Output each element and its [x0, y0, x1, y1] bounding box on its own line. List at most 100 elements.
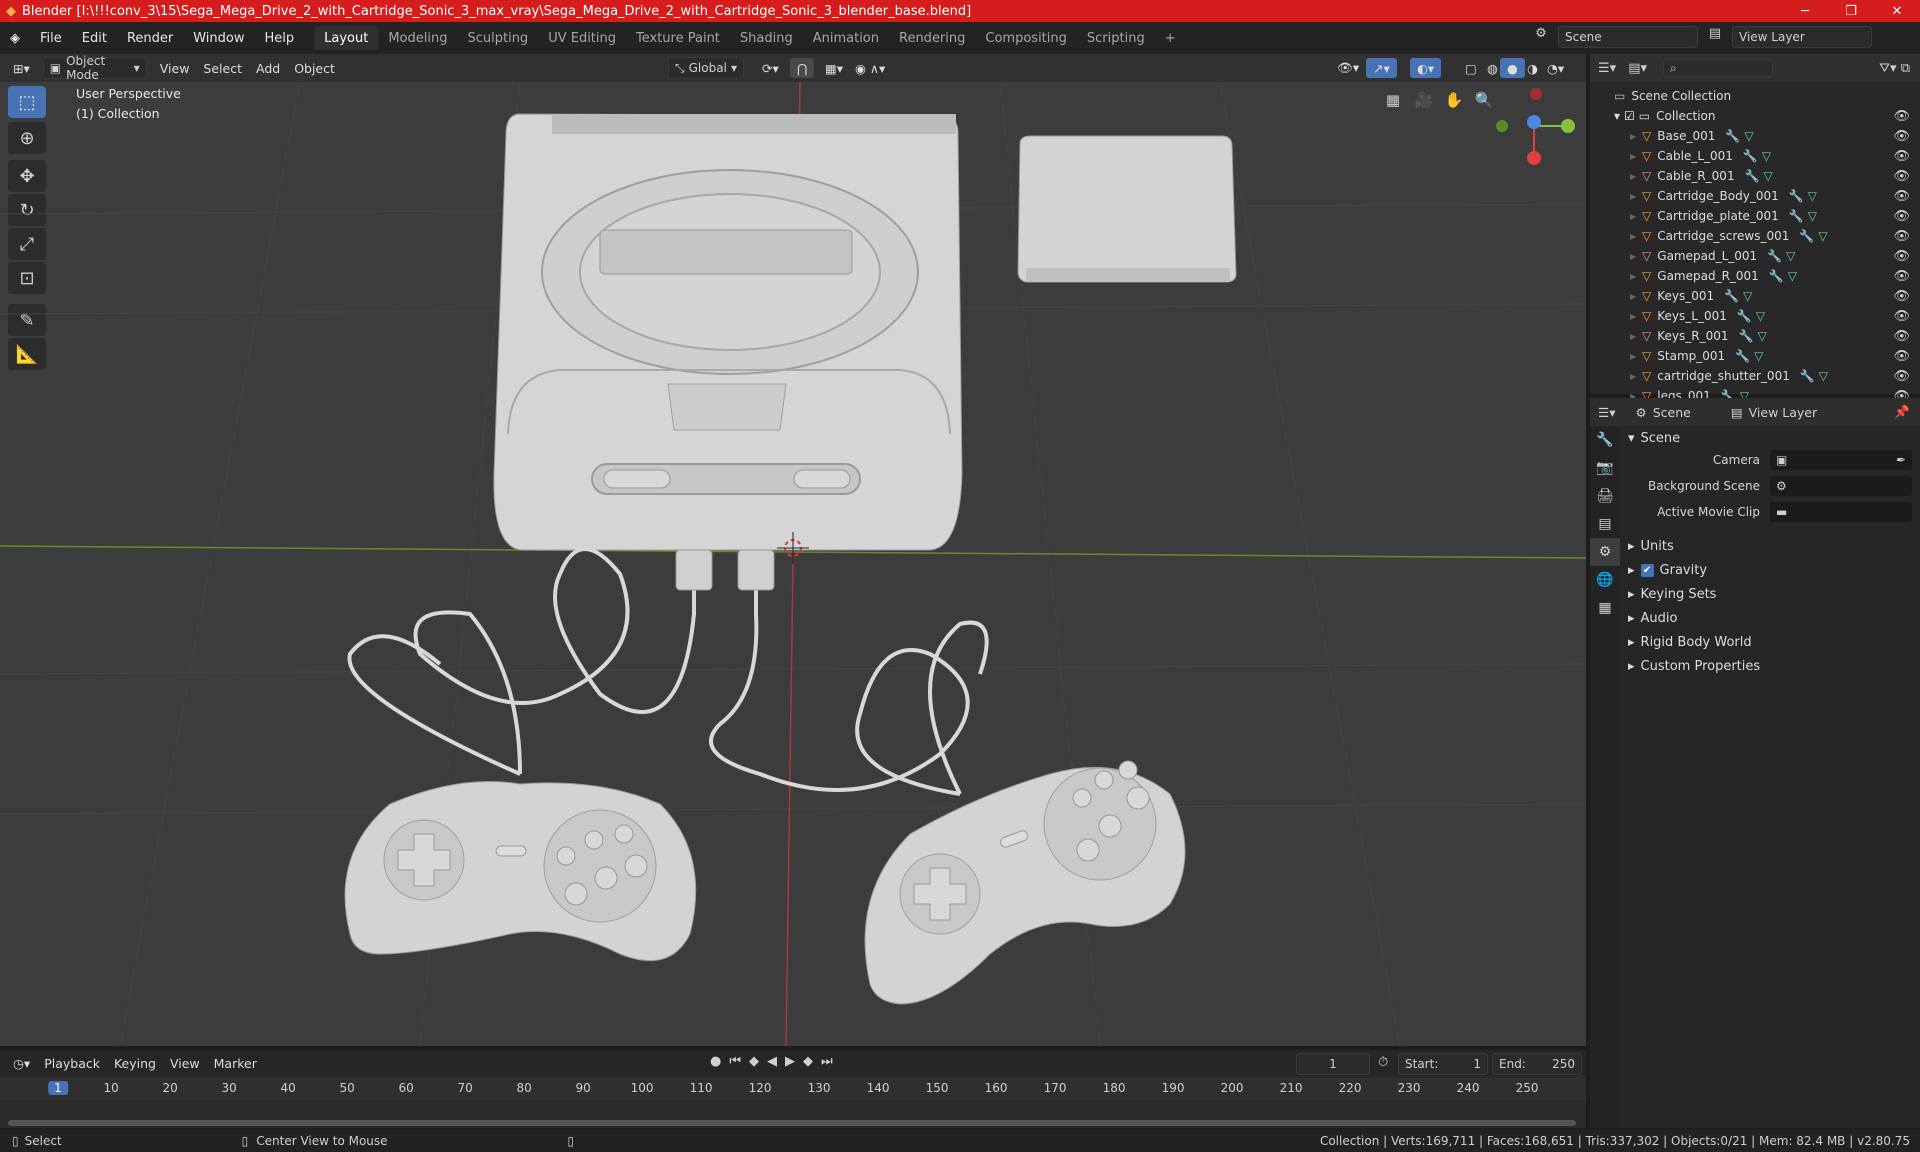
outliner-editor-icon[interactable]: ☰▾	[1598, 61, 1616, 76]
movie-clip-input[interactable]: ▬	[1770, 502, 1912, 522]
eye-icon[interactable]: 👁	[1893, 149, 1910, 164]
outliner-search-input[interactable]: ⌕	[1663, 59, 1773, 77]
minimize-button[interactable]: ─	[1782, 0, 1828, 22]
mesh-data-icon[interactable]: ▽	[1808, 209, 1817, 223]
scene-section-header[interactable]: ▾ Scene	[1620, 426, 1920, 450]
jump-start-icon[interactable]: ⏮	[729, 1054, 741, 1069]
modifier-icon[interactable]: 🔧	[1743, 149, 1758, 163]
eye-icon[interactable]: 👁	[1893, 249, 1910, 264]
eye-icon[interactable]: 👁	[1893, 269, 1910, 284]
modifier-icon[interactable]: 🔧	[1724, 289, 1739, 303]
modifier-icon[interactable]: 🔧	[1739, 329, 1754, 343]
menu-keying[interactable]: Keying	[107, 1056, 163, 1071]
chevron-right-icon[interactable]: ▸	[1630, 149, 1636, 163]
outliner-item[interactable]: ▸ ▽ Gamepad_L_001 🔧 ▽ 👁	[1590, 246, 1920, 266]
modifier-icon[interactable]: 🔧	[1735, 349, 1750, 363]
outliner-item[interactable]: ▸ ▽ Keys_L_001 🔧 ▽ 👁	[1590, 306, 1920, 326]
eye-icon[interactable]: 👁	[1893, 349, 1910, 364]
console-model[interactable]	[493, 113, 963, 551]
texture-tab-icon[interactable]: ▦	[1590, 594, 1620, 622]
outliner-item[interactable]: ▸ ▽ cartridge_shutter_001 🔧 ▽ 👁	[1590, 366, 1920, 386]
cartridge-model[interactable]	[1017, 135, 1237, 283]
gamepad-right-model[interactable]	[864, 760, 1186, 1005]
menu-help[interactable]: Help	[255, 31, 305, 46]
mesh-data-icon[interactable]: ▽	[1743, 289, 1752, 303]
mesh-data-icon[interactable]: ▽	[1762, 149, 1771, 163]
timeline-editor-icon[interactable]: ◷▾	[6, 1056, 37, 1071]
eye-icon[interactable]: 👁	[1893, 309, 1910, 324]
modifier-icon[interactable]: 🔧	[1800, 369, 1815, 383]
chevron-right-icon[interactable]: ▸	[1630, 169, 1636, 183]
tab-uv-editing[interactable]: UV Editing	[538, 26, 626, 50]
chevron-right-icon[interactable]: ▸	[1630, 329, 1636, 343]
prev-keyframe-icon[interactable]: ◆	[749, 1054, 759, 1069]
menu-render[interactable]: Render	[117, 31, 183, 46]
chevron-right-icon[interactable]: ▸	[1630, 269, 1636, 283]
panel-audio[interactable]: ▸ Audio	[1620, 606, 1920, 630]
mesh-data-icon[interactable]: ▽	[1788, 269, 1797, 283]
eye-icon[interactable]: 👁	[1893, 129, 1910, 144]
menu-window[interactable]: Window	[183, 31, 254, 46]
maximize-button[interactable]: ❐	[1828, 0, 1874, 22]
mesh-data-icon[interactable]: ▽	[1808, 189, 1817, 203]
end-frame-field[interactable]: End: 250	[1492, 1053, 1582, 1075]
eye-icon[interactable]: 👁	[1893, 369, 1910, 384]
panel-custom-properties[interactable]: ▸ Custom Properties	[1620, 654, 1920, 678]
gravity-checkbox[interactable]: ✔	[1640, 563, 1654, 577]
viewlayer-selector[interactable]: View Layer	[1732, 26, 1872, 48]
jump-end-icon[interactable]: ⏭	[821, 1054, 833, 1069]
eyedropper-icon[interactable]: ✒	[1896, 453, 1906, 467]
eye-icon[interactable]: 👁	[1893, 169, 1910, 184]
outliner-item[interactable]: ▸ ▽ Cable_L_001 🔧 ▽ 👁	[1590, 146, 1920, 166]
eye-icon[interactable]: 👁	[1893, 229, 1910, 244]
chevron-down-icon[interactable]: ▾	[1614, 109, 1620, 123]
modifier-icon[interactable]: 🔧	[1767, 249, 1782, 263]
modifier-icon[interactable]: 🔧	[1789, 189, 1804, 203]
outliner-item[interactable]: ▸ ▽ Gamepad_R_001 🔧 ▽ 👁	[1590, 266, 1920, 286]
modifier-icon[interactable]: 🔧	[1725, 129, 1740, 143]
menu-marker[interactable]: Marker	[207, 1056, 264, 1071]
current-frame-field[interactable]: 1	[1296, 1053, 1370, 1075]
menu-file[interactable]: File	[30, 31, 72, 46]
modifier-icon[interactable]: 🔧	[1737, 309, 1752, 323]
tab-scripting[interactable]: Scripting	[1077, 26, 1155, 50]
outliner-item[interactable]: ▸ ▽ Stamp_001 🔧 ▽ 👁	[1590, 346, 1920, 366]
background-scene-input[interactable]: ⚙	[1770, 476, 1912, 496]
menu-edit[interactable]: Edit	[72, 31, 117, 46]
breadcrumb-viewlayer[interactable]: View Layer	[1749, 405, 1818, 420]
gamepad-left-model[interactable]	[344, 781, 697, 962]
display-mode-icon[interactable]: ▤▾	[1628, 61, 1647, 76]
next-keyframe-icon[interactable]: ◆	[803, 1054, 813, 1069]
checkbox-icon[interactable]: ☑	[1624, 109, 1635, 123]
camera-input[interactable]: ▣ ✒	[1770, 450, 1912, 470]
menu-playback[interactable]: Playback	[37, 1056, 107, 1071]
tab-rendering[interactable]: Rendering	[889, 26, 975, 50]
frame-ruler[interactable]: 1 10 20 30 40 50 60 70 80 90 100 110 120 130 140 150 160…	[0, 1078, 1586, 1100]
chevron-right-icon[interactable]: ▸	[1630, 309, 1636, 323]
chevron-right-icon[interactable]: ▸	[1630, 349, 1636, 363]
3d-viewport[interactable]: ⊞▾ ▣ Object Mode ▾ View Select Add Objec…	[0, 54, 1586, 1046]
scene-selector[interactable]: Scene	[1558, 26, 1698, 48]
tab-layout[interactable]: Layout	[314, 26, 379, 50]
mesh-data-icon[interactable]: ▽	[1754, 349, 1763, 363]
panel-units[interactable]: ▸ Units	[1620, 534, 1920, 558]
chevron-right-icon[interactable]: ▸	[1630, 129, 1636, 143]
play-reverse-icon[interactable]: ◀	[767, 1054, 777, 1069]
add-workspace-icon[interactable]: +	[1155, 26, 1186, 50]
scene-properties-tab-icon[interactable]: ⚙	[1590, 538, 1620, 566]
eye-icon[interactable]: 👁	[1893, 329, 1910, 344]
chevron-right-icon[interactable]: ▸	[1630, 209, 1636, 223]
outliner-item[interactable]: ▸ ▽ Cartridge_Body_001 🔧 ▽ 👁	[1590, 186, 1920, 206]
modifier-icon[interactable]: 🔧	[1799, 229, 1814, 243]
axis-gizmo[interactable]	[1496, 88, 1575, 165]
properties-editor-icon[interactable]: ☰▾	[1598, 405, 1615, 420]
modifier-icon[interactable]: 🔧	[1769, 269, 1784, 283]
collection-row[interactable]: ▾ ☑ ▭ Collection 👁	[1590, 106, 1920, 126]
close-button[interactable]: ✕	[1874, 0, 1920, 22]
tool-tab-icon[interactable]: 🔧	[1590, 426, 1620, 454]
outliner-item[interactable]: ▸ ▽ Keys_001 🔧 ▽ 👁	[1590, 286, 1920, 306]
mesh-data-icon[interactable]: ▽	[1818, 229, 1827, 243]
eye-icon[interactable]: 👁	[1893, 109, 1910, 124]
scene-collection-row[interactable]: ▭ Scene Collection	[1590, 86, 1920, 106]
panel-gravity[interactable]: ▸ ✔ Gravity	[1620, 558, 1920, 582]
